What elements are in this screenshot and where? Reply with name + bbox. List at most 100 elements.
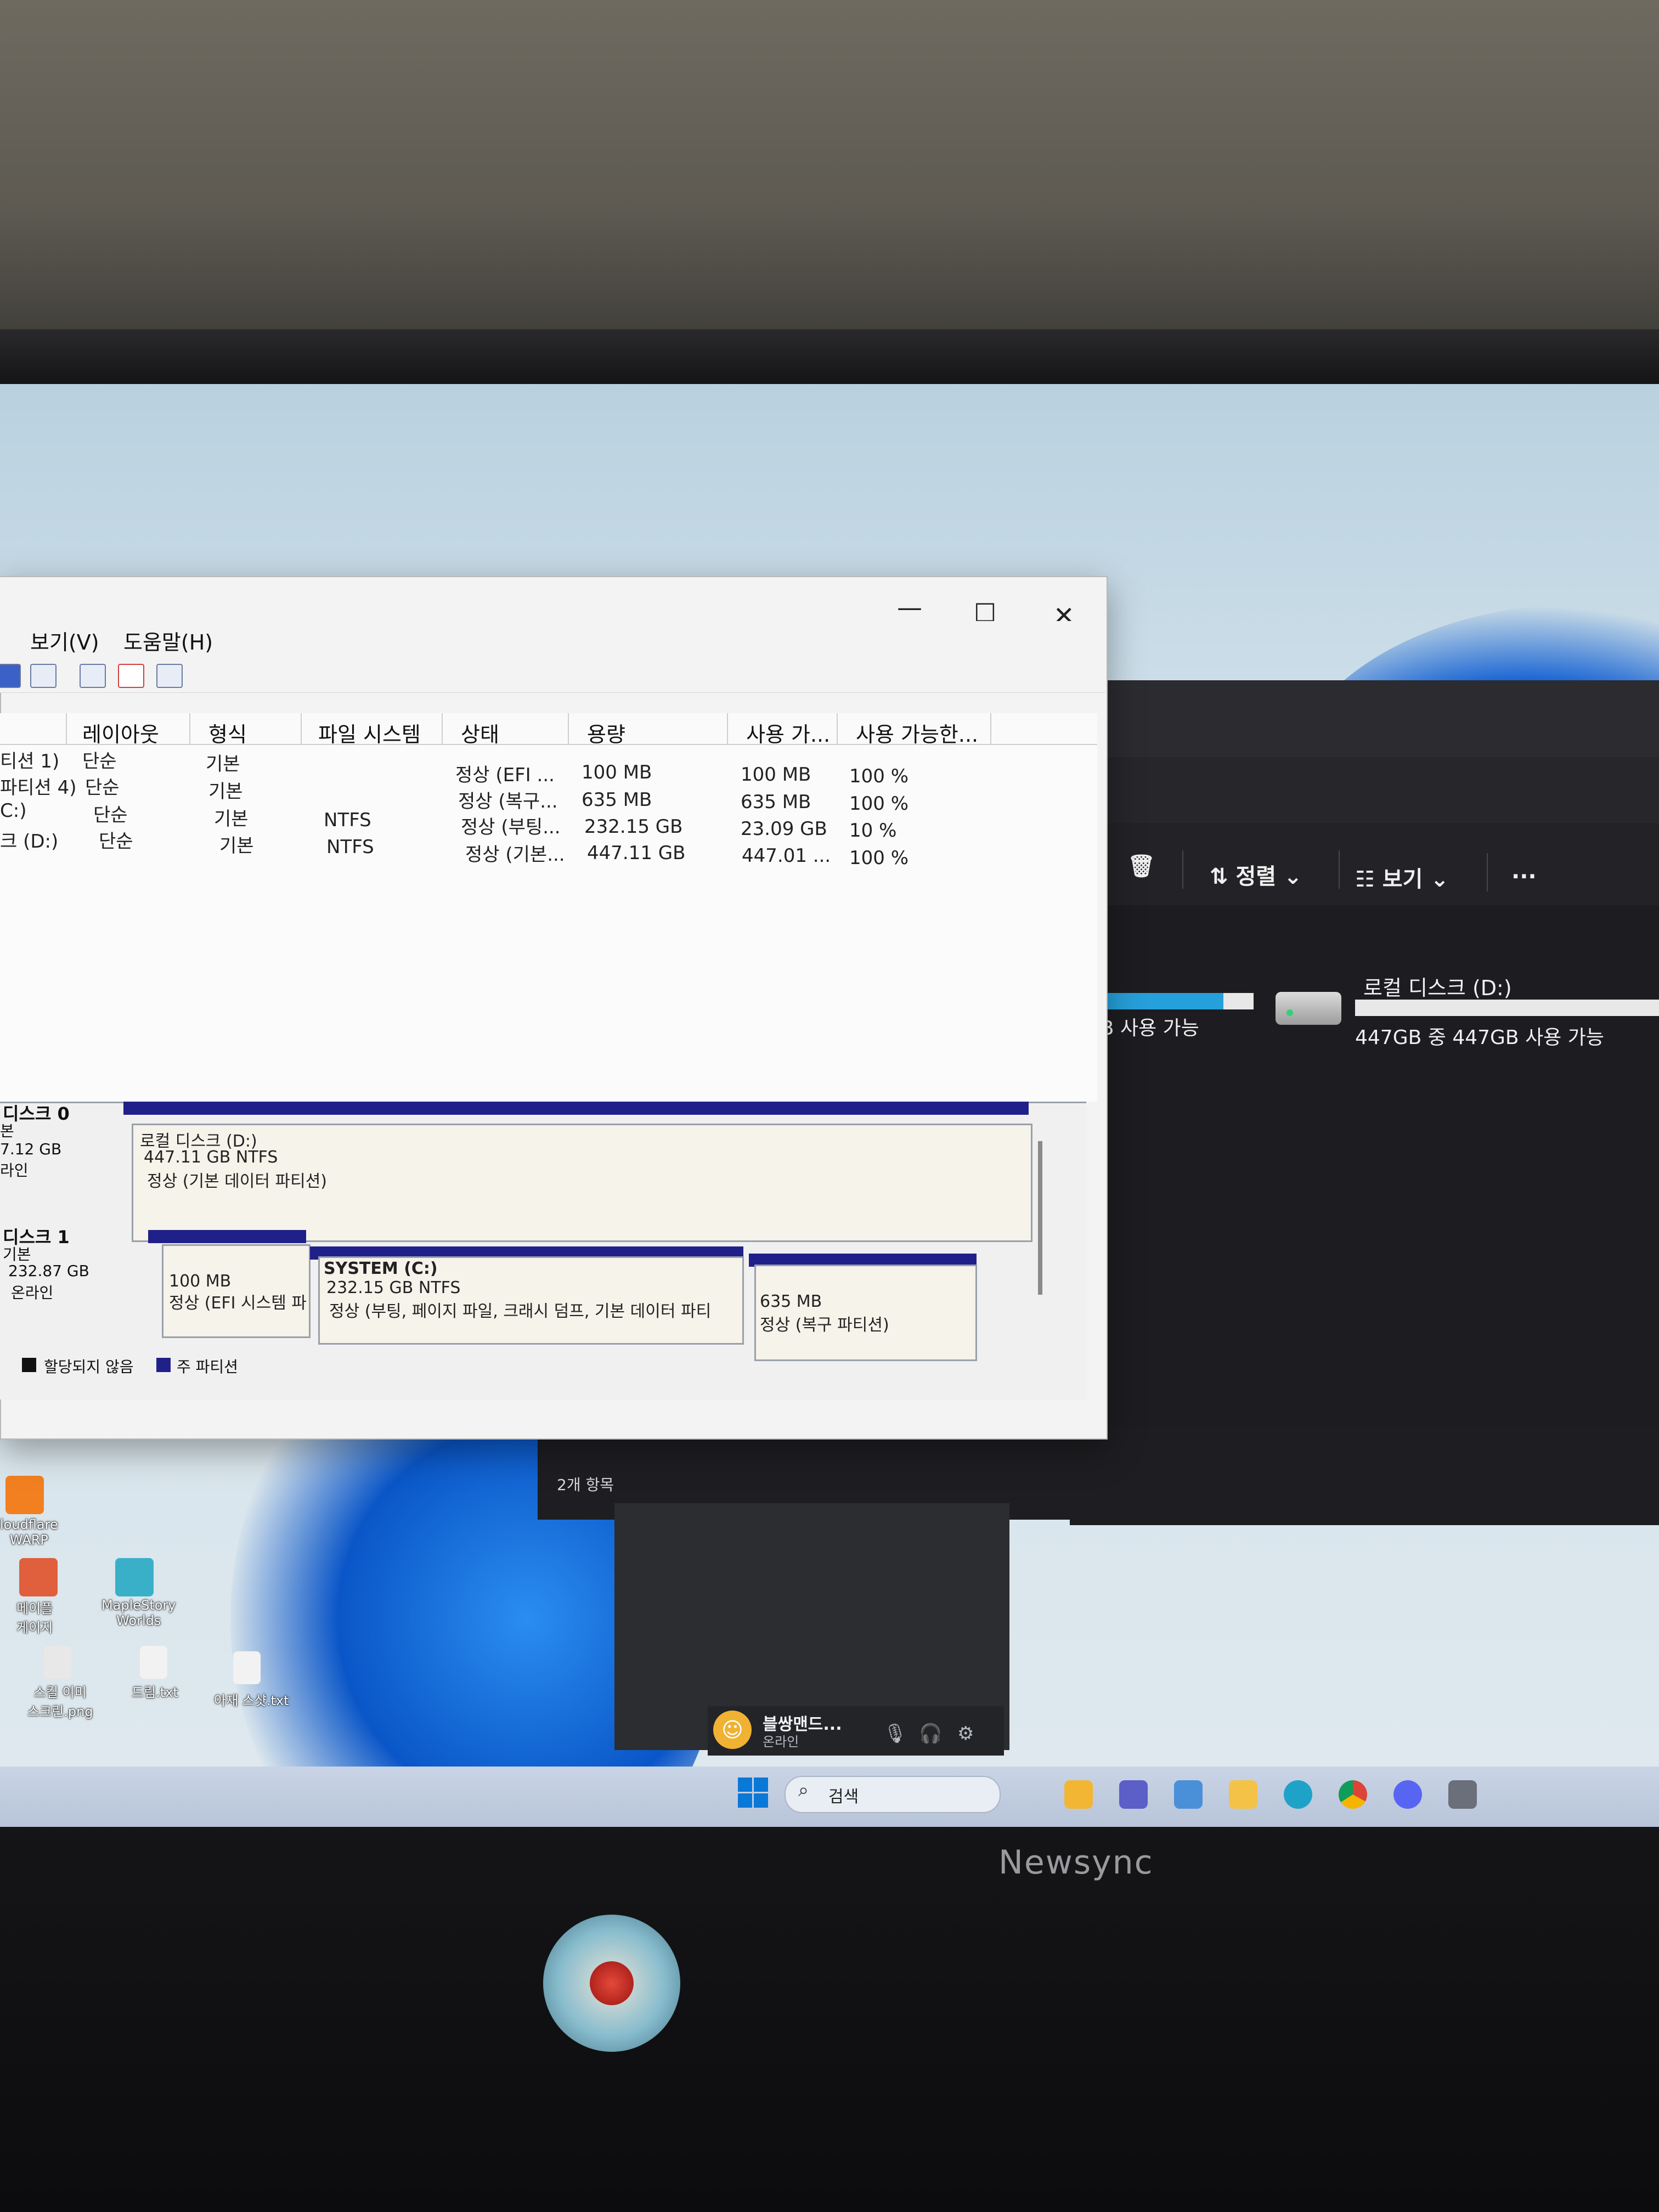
volume-layout: 단순 — [85, 777, 120, 799]
partition-status: 정상 (부팅, 페이지 파일, 크래시 덤프, 기본 데이터 파티 — [329, 1302, 712, 1321]
volume-percent: 100 % — [849, 793, 909, 815]
volume-capacity: 232.15 GB — [584, 816, 683, 838]
sort-label: 정렬 — [1235, 864, 1277, 889]
monitor-bottom-bezel — [0, 1827, 1659, 2212]
legend-primary: 주 파티션 — [177, 1358, 238, 1376]
discord-icon[interactable] — [1393, 1780, 1422, 1809]
more-options-button[interactable]: ... — [1511, 859, 1537, 884]
menu-help[interactable]: 도움말(H) — [123, 625, 213, 656]
volume-name[interactable]: 티션 1) — [0, 746, 59, 773]
folder-icon[interactable] — [1229, 1780, 1257, 1809]
desktop-icon-label: 아재 스샷.txt — [214, 1693, 289, 1708]
windows-logo-icon — [738, 1793, 752, 1808]
png-file-icon[interactable] — [44, 1646, 71, 1679]
volume-status: 정상 (기본... — [465, 844, 565, 866]
widgets-icon[interactable] — [1064, 1780, 1093, 1809]
column-separator[interactable] — [442, 713, 443, 744]
volume-free: 635 MB — [741, 791, 811, 813]
chrome-icon[interactable] — [1339, 1780, 1367, 1809]
primary-partition-swatch — [156, 1358, 171, 1372]
desktop-icon-label: 스킬 이미 스크린.png — [27, 1685, 93, 1719]
disk1-size: 232.87 GB — [8, 1262, 89, 1280]
hard-drive-icon[interactable] — [1276, 992, 1341, 1025]
disk0-state: 라인 — [0, 1161, 29, 1180]
column-separator[interactable] — [66, 713, 67, 744]
volume-status: 정상 (부팅... — [461, 816, 561, 838]
connect-icon[interactable] — [80, 664, 106, 688]
partition-name: SYSTEM (C:) — [324, 1259, 438, 1278]
volume-capacity: 100 MB — [582, 761, 652, 783]
column-separator[interactable] — [727, 713, 728, 744]
column-separator[interactable] — [189, 713, 190, 744]
desktop-icon-label: loudflare WARP — [0, 1517, 58, 1548]
start-button[interactable] — [738, 1778, 769, 1808]
menu-view[interactable]: 보기(V) — [30, 625, 99, 656]
volume-type: 기본 — [219, 835, 254, 857]
column-type[interactable]: 형식 — [208, 718, 247, 748]
partition-size: 447.11 GB NTFS — [144, 1148, 278, 1167]
minimize-button[interactable]: — — [897, 592, 922, 622]
windows-logo-icon — [754, 1778, 768, 1792]
view-icon: ☷ — [1355, 867, 1383, 892]
delete-icon[interactable]: 🗑 — [1127, 853, 1155, 879]
volume-type: 기본 — [206, 753, 240, 775]
game-icon[interactable] — [1448, 1780, 1477, 1809]
column-percent-free[interactable]: 사용 가능한... — [856, 718, 978, 748]
wall-background — [0, 0, 1659, 351]
legend-unallocated: 할당되지 않음 — [44, 1358, 134, 1376]
volume-free: 23.09 GB — [741, 818, 827, 840]
notepad-icon[interactable] — [1174, 1780, 1203, 1809]
column-filesystem[interactable]: 파일 시스템 — [318, 718, 421, 748]
view-label: 보기 — [1382, 867, 1423, 892]
sort-button[interactable]: ⇅ 정렬 ⌄ — [1210, 859, 1302, 890]
desktop-icon-label: 메이플 게이지 — [16, 1601, 53, 1635]
partition-size: 100 MB — [169, 1272, 232, 1291]
column-separator[interactable] — [837, 713, 838, 744]
disk1-state: 온라인 — [11, 1284, 54, 1302]
discord-avatar[interactable]: ☺ — [713, 1711, 752, 1749]
explorer-titlebar — [1070, 680, 1659, 757]
desktop-icon-label: MapleStory Worlds — [101, 1598, 176, 1628]
help-icon[interactable] — [0, 664, 21, 688]
vertical-scrollbar[interactable] — [1038, 1141, 1042, 1295]
desktop-icon-label: 드림.txt — [132, 1685, 178, 1700]
column-free-space[interactable]: 사용 가... — [746, 718, 830, 748]
partition-status: 정상 (복구 파티션) — [760, 1316, 889, 1335]
properties-icon[interactable] — [30, 664, 57, 688]
volume-type: 기본 — [214, 808, 249, 830]
volume-name[interactable]: 크 (D:) — [0, 826, 58, 853]
disk1-type: 기본 — [3, 1245, 31, 1263]
maplestory-worlds-icon[interactable] — [115, 1558, 154, 1596]
taskbar-search-box[interactable] — [785, 1776, 1001, 1813]
list-icon[interactable] — [156, 664, 183, 688]
volume-name[interactable]: C:) — [0, 800, 26, 822]
column-layout[interactable]: 레이아웃 — [82, 718, 159, 748]
search-label: 검색 — [828, 1787, 859, 1807]
toolbar-separator — [1339, 850, 1340, 889]
maple-gauge-icon[interactable] — [19, 1558, 58, 1596]
volume-free: 447.01 ... — [742, 845, 831, 867]
volume-name[interactable]: 파티션 4) — [0, 772, 77, 799]
column-separator[interactable] — [568, 713, 569, 744]
volume-filesystem: NTFS — [324, 809, 371, 831]
view-button[interactable]: ☷ 보기 ⌄ — [1355, 861, 1449, 893]
column-separator[interactable] — [990, 713, 991, 744]
microphone-icon[interactable]: 🎙 — [883, 1723, 907, 1745]
item-count-label: 2개 항목 — [557, 1476, 614, 1494]
column-capacity[interactable]: 용량 — [587, 718, 625, 748]
column-status[interactable]: 상태 — [461, 718, 499, 748]
cloudflare-icon[interactable] — [5, 1476, 44, 1514]
txt-file-icon[interactable] — [140, 1646, 167, 1679]
column-separator[interactable] — [301, 713, 302, 744]
txt-file-icon[interactable] — [233, 1651, 261, 1684]
settings-gear-icon[interactable]: ⚙ — [957, 1723, 974, 1745]
monitor-brand: Newsync — [998, 1843, 1154, 1882]
volume-capacity: 635 MB — [582, 789, 652, 811]
headphones-icon[interactable]: 🎧 — [919, 1723, 942, 1745]
partition-size: 232.15 GB NTFS — [326, 1278, 461, 1297]
toolbar-separator — [1182, 850, 1183, 889]
teams-icon[interactable] — [1119, 1780, 1148, 1809]
drive-d-title[interactable]: 로컬 디스크 (D:) — [1363, 971, 1512, 1001]
edge-icon[interactable] — [1284, 1780, 1312, 1809]
check-icon[interactable] — [118, 664, 144, 688]
